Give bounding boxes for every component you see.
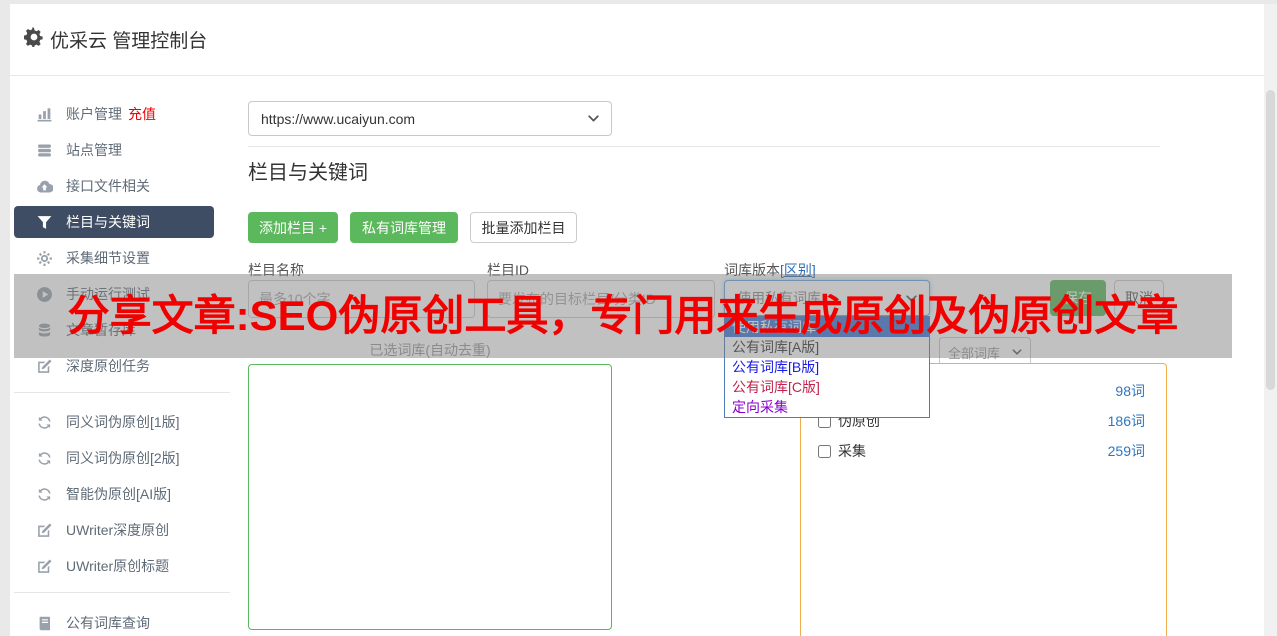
sidebar-item-account[interactable]: 账户管理 充值 xyxy=(14,96,214,132)
sidebar-item-label: 公有词库查询 xyxy=(66,613,150,633)
dropdown-option-directed-collect[interactable]: 定向采集 xyxy=(725,397,929,417)
chevron-down-icon xyxy=(588,115,599,122)
sidebar-item-label: UWriter深度原创 xyxy=(66,520,169,540)
private-lexicon-button[interactable]: 私有词库管理 xyxy=(350,212,458,243)
sidebar-item-uwriter-deep[interactable]: UWriter深度原创 xyxy=(14,512,214,548)
sidebar-item-public-lexicon-query[interactable]: 公有词库查询 xyxy=(14,605,214,636)
content-divider xyxy=(248,146,1160,147)
sidebar-item-label: 智能伪原创[AI版] xyxy=(66,484,171,504)
sidebar-item-label: 同义词伪原创[1版] xyxy=(66,412,180,432)
server-icon xyxy=(36,142,53,159)
sidebar-item-label: 深度原创任务 xyxy=(66,356,150,376)
header-divider xyxy=(10,75,1264,76)
page-title: 栏目与关键词 xyxy=(248,156,368,185)
sidebar-item-label: 接口文件相关 xyxy=(66,176,150,196)
recharge-badge[interactable]: 充值 xyxy=(128,104,156,124)
sidebar-divider xyxy=(14,392,230,393)
sidebar-divider xyxy=(14,592,230,593)
sidebar-item-ai-rewrite[interactable]: 智能伪原创[AI版] xyxy=(14,476,214,512)
sidebar-item-synonym-v2[interactable]: 同义词伪原创[2版] xyxy=(14,440,214,476)
sidebar-item-columns-keywords[interactable]: 栏目与关键词 xyxy=(14,206,214,238)
gears-icon xyxy=(36,250,53,267)
selected-lexicon-box[interactable] xyxy=(248,364,612,630)
app-window: 优采云 管理控制台 账户管理 充值 站点管理 接口文件相关 栏目与关键词 采集细… xyxy=(0,0,1277,636)
lexicon-row: 采集 259词 xyxy=(800,436,1167,466)
sidebar-item-label: 采集细节设置 xyxy=(66,248,150,268)
cloud-upload-icon xyxy=(36,178,53,195)
gear-icon xyxy=(24,27,44,47)
sidebar-item-synonym-v1[interactable]: 同义词伪原创[1版] xyxy=(14,404,214,440)
refresh-icon xyxy=(36,414,53,431)
word-count: 98词 xyxy=(1115,381,1145,401)
sidebar-item-label: 账户管理 xyxy=(66,104,122,124)
scrollbar-thumb[interactable] xyxy=(1266,90,1275,390)
bar-chart-icon xyxy=(36,106,53,123)
watermark-text: 分享文章:SEO伪原创工具，专门用来生成原创及伪原创文章 xyxy=(14,274,1232,358)
app-title: 优采云 管理控制台 xyxy=(50,26,207,53)
batch-add-column-button[interactable]: 批量添加栏目 xyxy=(470,212,577,243)
sidebar-item-collection-settings[interactable]: 采集细节设置 xyxy=(14,240,214,276)
edit-icon xyxy=(36,358,53,375)
dropdown-option-public-b[interactable]: 公有词库[B版] xyxy=(725,357,929,377)
refresh-icon xyxy=(36,450,53,467)
collect-checkbox[interactable] xyxy=(818,445,831,458)
sidebar-item-label: 同义词伪原创[2版] xyxy=(66,448,180,468)
edit-icon xyxy=(36,522,53,539)
refresh-icon xyxy=(36,486,53,503)
site-url-select[interactable]: https://www.ucaiyun.com xyxy=(248,101,612,136)
dropdown-option-public-c[interactable]: 公有词库[C版] xyxy=(725,377,929,397)
sidebar-item-label: 站点管理 xyxy=(66,140,122,160)
lexicon-row-label: 采集 xyxy=(838,441,866,461)
word-count: 186词 xyxy=(1108,411,1145,431)
sidebar-item-sites[interactable]: 站点管理 xyxy=(14,132,214,168)
sidebar-item-uwriter-title[interactable]: UWriter原创标题 xyxy=(14,548,214,584)
word-count: 259词 xyxy=(1108,441,1145,461)
book-icon xyxy=(36,615,53,632)
sidebar-item-interface-files[interactable]: 接口文件相关 xyxy=(14,168,214,204)
sidebar-item-label: 栏目与关键词 xyxy=(66,212,150,232)
edit-icon xyxy=(36,558,53,575)
site-url-value: https://www.ucaiyun.com xyxy=(261,111,415,127)
funnel-icon xyxy=(36,214,53,231)
add-column-button[interactable]: 添加栏目 + xyxy=(248,212,338,243)
sidebar-item-label: UWriter原创标题 xyxy=(66,556,169,576)
